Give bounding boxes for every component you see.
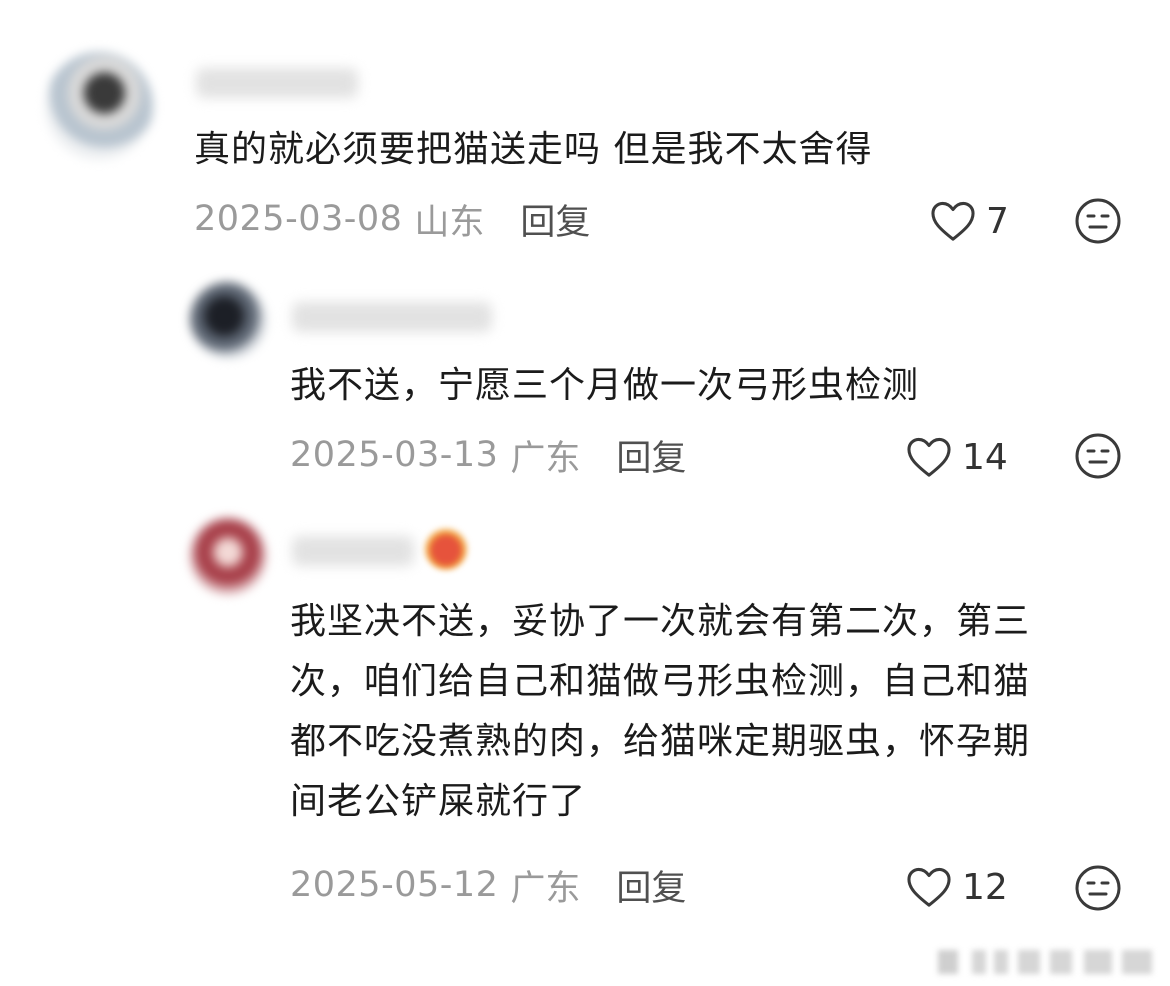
comment-text-line: 我不送，宁愿三个月做一次弓形虫检测: [290, 365, 920, 406]
comment-meta: 2025-03-08 山东 回复: [194, 194, 590, 244]
comment-meta: 2025-03-13 广东 回复: [290, 430, 686, 480]
comment-region: 广东: [510, 438, 581, 479]
like-count: 14: [962, 436, 1008, 478]
comment-text-line: 都不吃没煮熟的肉，给猫咪定期驱虫，怀孕期: [290, 721, 1031, 762]
comment-date: 2025-03-13: [290, 435, 499, 475]
reply-button[interactable]: 回复: [616, 430, 686, 481]
username-emoji: [424, 526, 468, 570]
like-button[interactable]: 7: [930, 196, 1009, 246]
neutral-face-icon[interactable]: [1074, 864, 1122, 912]
heart-outline-icon: [907, 437, 951, 477]
comment-text-line: 我坚决不送，妥协了一次就会有第二次，第三: [290, 601, 1031, 642]
comment-text-line: 真的就必须要把猫送走吗 但是我不太舍得: [194, 129, 873, 170]
comment-text-line: 间老公铲屎就行了: [290, 781, 587, 822]
neutral-face-icon[interactable]: [1074, 197, 1122, 245]
comment-text-line: 次，咱们给自己和猫做弓形虫检测，自己和猫: [290, 661, 1031, 702]
comment-text: 我坚决不送，妥协了一次就会有第二次，第三 次，咱们给自己和猫做弓形虫检测，自己和…: [290, 592, 1030, 832]
like-button[interactable]: 12: [906, 862, 1008, 912]
username[interactable]: [292, 302, 492, 332]
comment-date: 2025-05-12: [290, 865, 499, 905]
heart-outline-icon: [907, 867, 951, 907]
reply-button[interactable]: 回复: [616, 860, 686, 911]
like-button[interactable]: 14: [906, 432, 1008, 482]
comment-date: 2025-03-08: [194, 199, 403, 239]
comment-region: 山东: [414, 202, 485, 243]
comment-region: 广东: [510, 868, 581, 909]
username[interactable]: [292, 536, 414, 566]
comment-meta: 2025-05-12 广东 回复: [290, 860, 686, 910]
like-count: 12: [962, 866, 1008, 908]
watermark: [938, 950, 1152, 974]
like-count: 7: [986, 200, 1009, 242]
heart-outline-icon: [931, 201, 975, 241]
avatar[interactable]: [190, 518, 266, 594]
avatar[interactable]: [45, 52, 153, 160]
comment-text: 真的就必须要把猫送走吗 但是我不太舍得: [194, 120, 872, 180]
comment-text: 我不送，宁愿三个月做一次弓形虫检测: [290, 356, 919, 416]
avatar[interactable]: [190, 282, 266, 358]
username[interactable]: [196, 68, 358, 98]
reply-button[interactable]: 回复: [520, 194, 590, 245]
neutral-face-icon[interactable]: [1074, 432, 1122, 480]
